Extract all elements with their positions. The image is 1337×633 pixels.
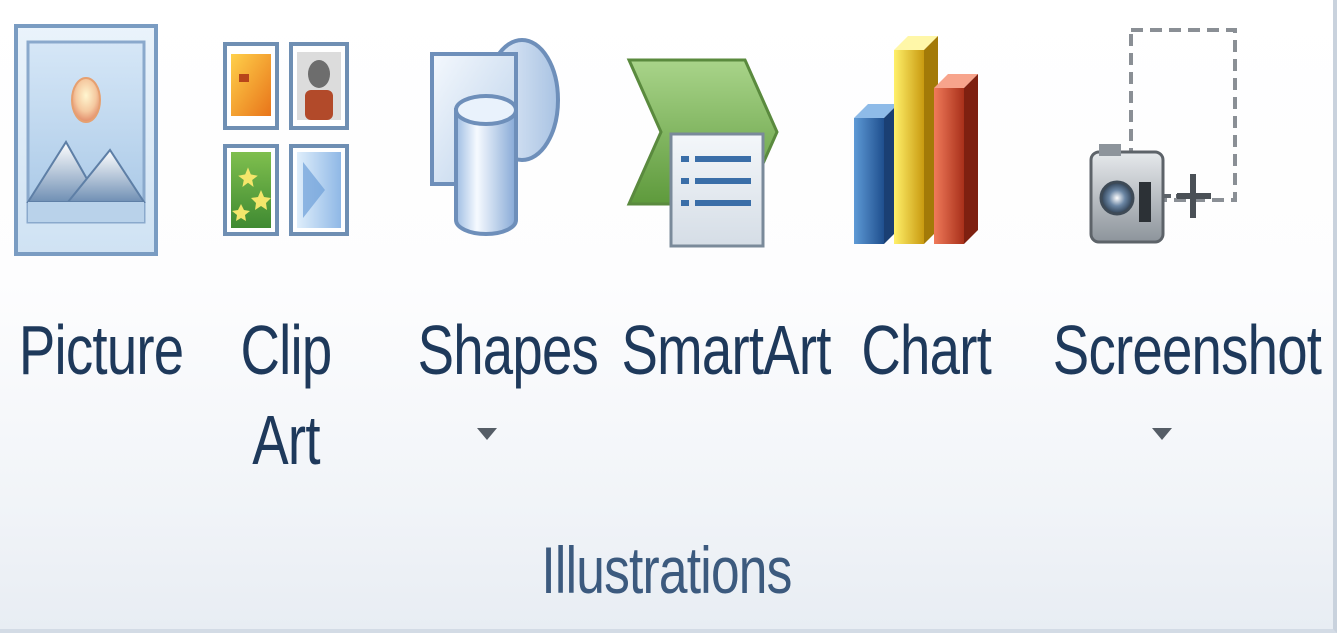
screenshot-dropdown-arrow-icon[interactable] <box>1152 428 1172 440</box>
picture-label: Picture <box>18 311 184 389</box>
smartart-label: SmartArt <box>621 311 832 389</box>
screenshot-label: Screenshot <box>1052 311 1322 389</box>
ribbon-group-illustrations: Picture Clip Art Shapes SmartArt Chart S… <box>0 0 1337 633</box>
smartart-button[interactable]: SmartArt <box>598 0 832 500</box>
smartart-icon <box>626 58 779 248</box>
chart-label: Chart <box>861 311 992 389</box>
picture-button[interactable]: Picture <box>0 0 184 500</box>
picture-icon <box>14 24 158 256</box>
shapes-icon <box>430 38 560 236</box>
clip-art-button[interactable]: Clip Art <box>206 0 366 500</box>
clip-art-icon <box>223 42 349 236</box>
screenshot-icon <box>1089 28 1237 244</box>
clip-art-label-line2: Art <box>252 401 320 479</box>
chart-icon <box>854 36 978 244</box>
shapes-dropdown-arrow-icon[interactable] <box>477 428 497 440</box>
shapes-label: Shapes <box>417 311 599 389</box>
shapes-button[interactable]: Shapes <box>398 0 599 500</box>
group-label-illustrations: Illustrations <box>541 533 792 607</box>
chart-button[interactable]: Chart <box>846 0 992 500</box>
screenshot-button[interactable]: Screenshot <box>1022 0 1322 500</box>
clip-art-label-line1: Clip <box>240 311 333 389</box>
